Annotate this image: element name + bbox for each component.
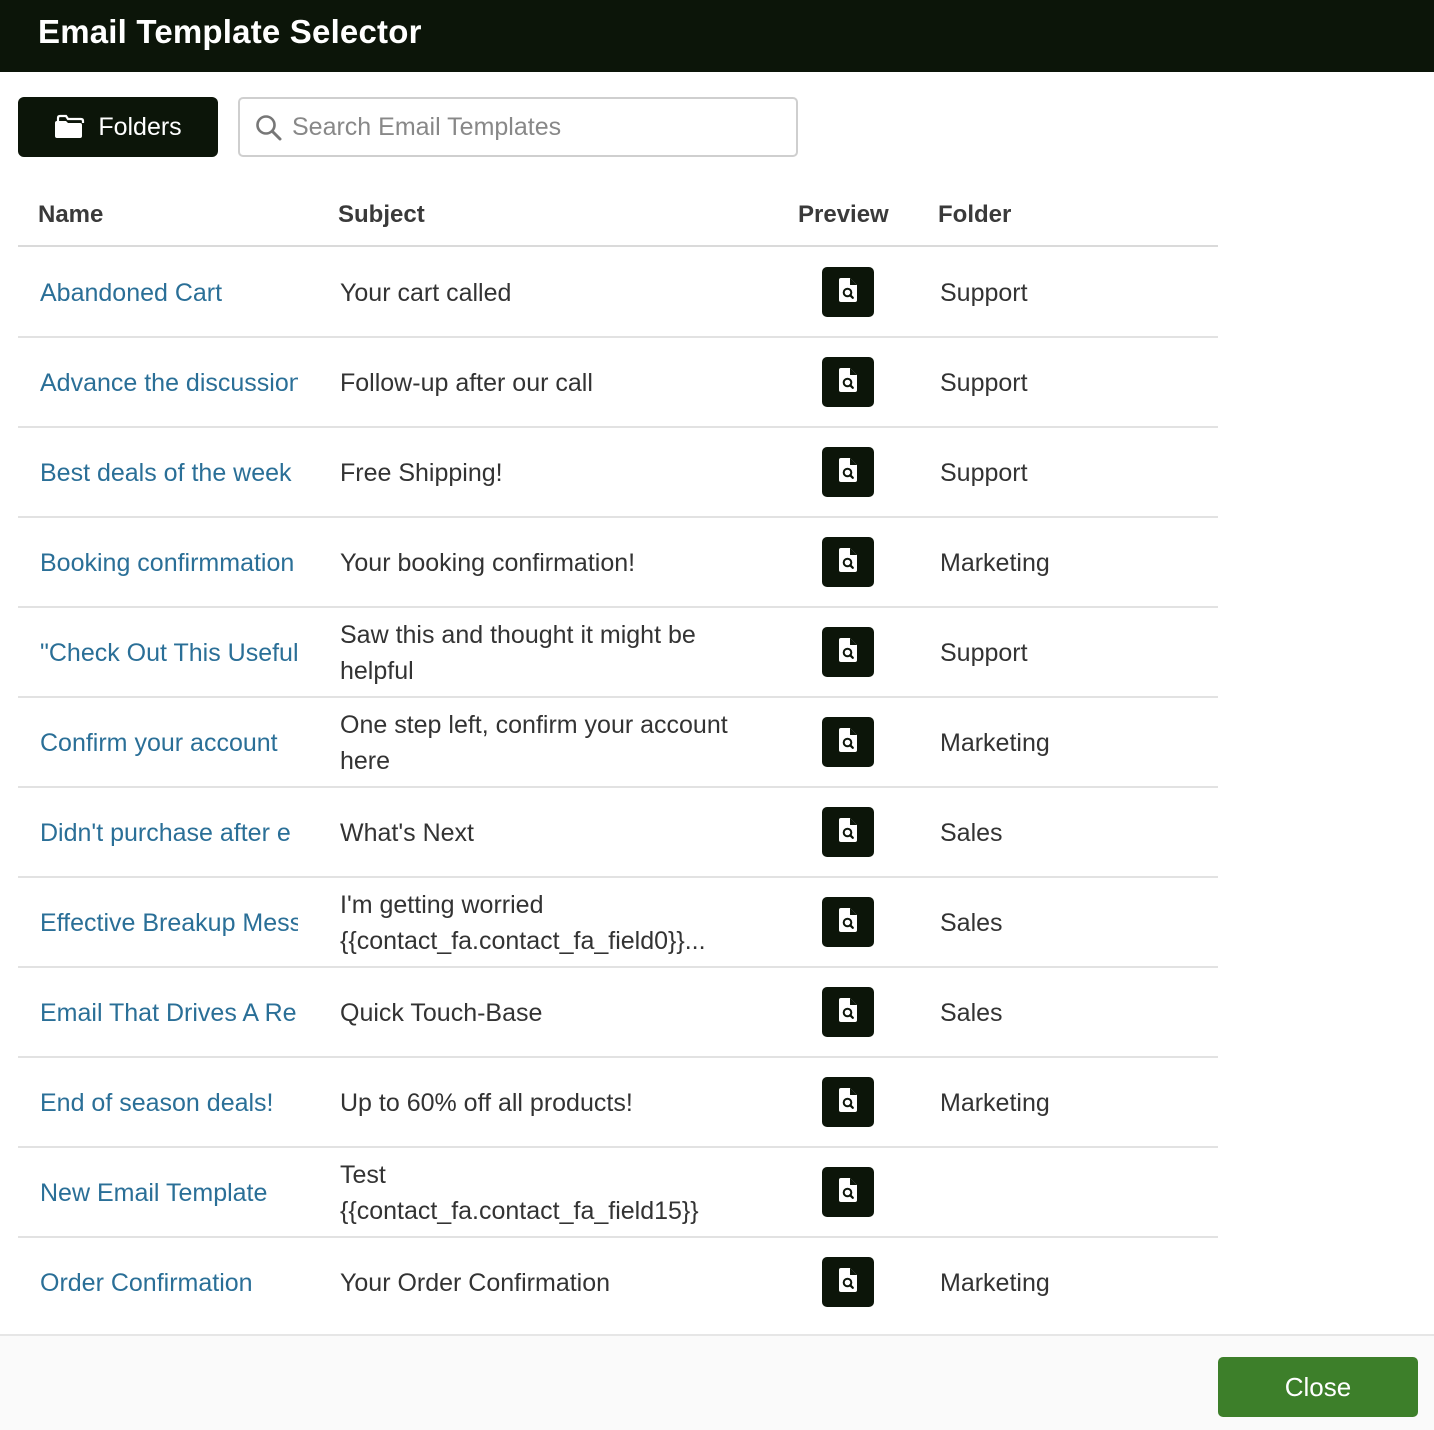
table-row[interactable]: Order Confirmation Your Order Confirmati… bbox=[18, 1238, 1218, 1328]
file-search-icon bbox=[837, 817, 859, 848]
template-subject: Free Shipping! bbox=[340, 459, 503, 487]
template-subject: Follow-up after our call bbox=[340, 369, 593, 397]
file-search-icon bbox=[837, 997, 859, 1028]
folders-button-label: Folders bbox=[98, 112, 182, 141]
dialog-footer: Close bbox=[0, 1334, 1434, 1430]
file-search-icon bbox=[837, 637, 859, 668]
template-name-link[interactable]: Effective Breakup Mess bbox=[40, 905, 298, 941]
table-row[interactable]: Booking confirmmation Your booking confi… bbox=[18, 518, 1218, 608]
folders-icon bbox=[54, 114, 86, 140]
table-row[interactable]: Advance the discussion Follow-up after o… bbox=[18, 338, 1218, 428]
search-icon bbox=[255, 114, 283, 147]
table-row[interactable]: Email That Drives A Re Quick Touch-Base … bbox=[18, 968, 1218, 1058]
template-name-link[interactable]: Didn't purchase after e bbox=[40, 815, 298, 851]
template-name-link[interactable]: Order Confirmation bbox=[40, 1265, 298, 1301]
preview-button[interactable] bbox=[822, 1077, 874, 1127]
template-subject: Your booking confirmation! bbox=[340, 549, 636, 577]
template-name-link[interactable]: Email That Drives A Re bbox=[40, 995, 298, 1031]
table-header: Name Subject Preview Folder bbox=[18, 183, 1218, 247]
preview-button[interactable] bbox=[822, 537, 874, 587]
template-folder: Support bbox=[940, 369, 1028, 397]
templates-table: Name Subject Preview Folder Abandoned Ca… bbox=[18, 183, 1418, 1315]
file-search-icon bbox=[837, 547, 859, 578]
preview-button[interactable] bbox=[822, 627, 874, 677]
file-search-icon bbox=[837, 1177, 859, 1208]
preview-button[interactable] bbox=[822, 717, 874, 767]
template-folder: Support bbox=[940, 639, 1028, 667]
template-name-link[interactable]: Booking confirmmation bbox=[40, 545, 298, 581]
table-row[interactable]: End of season deals! Up to 60% off all p… bbox=[18, 1058, 1218, 1148]
table-row[interactable]: Abandoned Cart Your cart called Support bbox=[18, 248, 1218, 338]
table-row[interactable]: Effective Breakup Mess I'm getting worri… bbox=[18, 878, 1218, 968]
table-row[interactable]: New Email Template Test {{contact_fa.con… bbox=[18, 1148, 1218, 1238]
template-folder: Support bbox=[940, 459, 1028, 487]
preview-button[interactable] bbox=[822, 1167, 874, 1217]
folders-button[interactable]: Folders bbox=[18, 97, 218, 157]
template-subject: Test {{contact_fa.contact_fa_field15}} bbox=[340, 1161, 699, 1225]
template-subject: Your Order Confirmation bbox=[340, 1269, 611, 1297]
preview-button[interactable] bbox=[822, 267, 874, 317]
table-row[interactable]: "Check Out This Useful Saw this and thou… bbox=[18, 608, 1218, 698]
column-header-subject[interactable]: Subject bbox=[338, 201, 425, 229]
template-folder: Support bbox=[940, 279, 1028, 307]
preview-button[interactable] bbox=[822, 357, 874, 407]
template-folder: Sales bbox=[940, 909, 1003, 937]
preview-button[interactable] bbox=[822, 447, 874, 497]
table-row[interactable]: Best deals of the week Free Shipping! Su… bbox=[18, 428, 1218, 518]
template-subject: Quick Touch-Base bbox=[340, 999, 543, 1027]
file-search-icon bbox=[837, 457, 859, 488]
preview-button[interactable] bbox=[822, 1257, 874, 1307]
file-search-icon bbox=[837, 1267, 859, 1298]
column-header-folder[interactable]: Folder bbox=[938, 201, 1011, 229]
template-subject: Saw this and thought it might be helpful bbox=[340, 621, 696, 685]
preview-button[interactable] bbox=[822, 897, 874, 947]
template-name-link[interactable]: Best deals of the week bbox=[40, 455, 298, 491]
file-search-icon bbox=[837, 277, 859, 308]
template-name-link[interactable]: Confirm your account bbox=[40, 725, 298, 761]
template-folder: Marketing bbox=[940, 729, 1050, 757]
file-search-icon bbox=[837, 727, 859, 758]
column-header-preview: Preview bbox=[798, 201, 889, 228]
close-button[interactable]: Close bbox=[1218, 1357, 1418, 1417]
dialog-title: Email Template Selector bbox=[38, 13, 422, 50]
template-folder: Sales bbox=[940, 999, 1003, 1027]
file-search-icon bbox=[837, 907, 859, 938]
preview-button[interactable] bbox=[822, 987, 874, 1037]
template-name-link[interactable]: "Check Out This Useful bbox=[40, 635, 298, 671]
template-name-link[interactable]: Abandoned Cart bbox=[40, 275, 298, 311]
template-name-link[interactable]: End of season deals! bbox=[40, 1085, 298, 1121]
search-field[interactable] bbox=[238, 97, 798, 157]
template-subject: What's Next bbox=[340, 819, 474, 847]
template-name-link[interactable]: Advance the discussion bbox=[40, 365, 298, 401]
table-row[interactable]: Didn't purchase after e What's Next Sale… bbox=[18, 788, 1218, 878]
template-subject: Up to 60% off all products! bbox=[340, 1089, 633, 1117]
template-folder: Marketing bbox=[940, 1089, 1050, 1117]
table-row[interactable]: Confirm your account One step left, conf… bbox=[18, 698, 1218, 788]
template-folder: Sales bbox=[940, 819, 1003, 847]
template-subject: I'm getting worried {{contact_fa.contact… bbox=[340, 891, 706, 955]
dialog-titlebar: Email Template Selector bbox=[0, 0, 1434, 72]
template-folder: Marketing bbox=[940, 1269, 1050, 1297]
template-subject: One step left, confirm your account here bbox=[340, 711, 728, 775]
search-input[interactable] bbox=[292, 109, 782, 145]
column-header-name[interactable]: Name bbox=[38, 201, 103, 229]
template-folder: Marketing bbox=[940, 549, 1050, 577]
file-search-icon bbox=[837, 1087, 859, 1118]
preview-button[interactable] bbox=[822, 807, 874, 857]
file-search-icon bbox=[837, 367, 859, 398]
template-subject: Your cart called bbox=[340, 279, 512, 307]
template-name-link[interactable]: New Email Template bbox=[40, 1175, 298, 1211]
